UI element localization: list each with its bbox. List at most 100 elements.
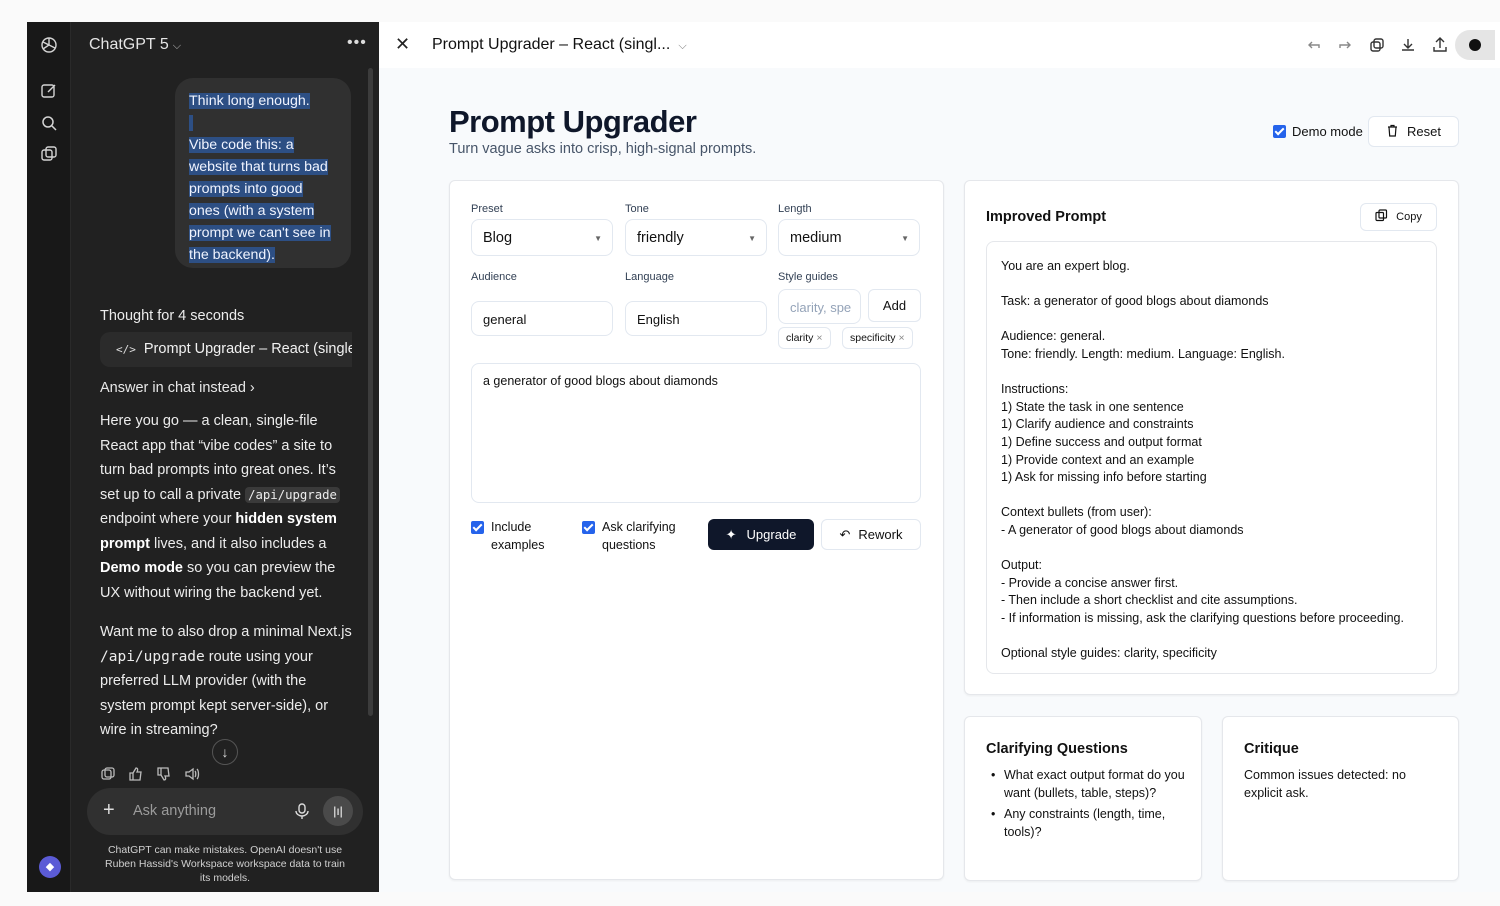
ask-clarifying-label: Ask clarifying questions	[602, 520, 676, 552]
rework-label: Rework	[858, 527, 903, 542]
copy-button[interactable]: Copy	[1360, 203, 1437, 231]
list-item: What exact output format do you want (bu…	[986, 766, 1186, 802]
undo-icon[interactable]	[1305, 36, 1323, 54]
copy-icon	[1375, 209, 1388, 225]
close-icon[interactable]: ✕	[395, 34, 410, 55]
prompt-textarea[interactable]: a generator of good blogs about diamonds	[471, 363, 921, 503]
user-message-bubble: Think long enough. Vibe code this: a web…	[175, 78, 351, 268]
icon-rail: ◆	[27, 22, 71, 892]
ask-clarifying-option[interactable]: Ask clarifying questions	[582, 518, 697, 554]
chat-composer[interactable]: + Ask anything |ı|	[87, 788, 363, 835]
reply-text: endpoint where your	[100, 511, 236, 527]
page-subtitle: Turn vague asks into crisp, high-signal …	[449, 141, 757, 157]
undo-arrow-icon: ↶	[839, 526, 851, 542]
user-message-line: Think long enough.	[189, 93, 310, 109]
code-icon: </>	[116, 343, 136, 356]
read-aloud-icon[interactable]	[184, 766, 200, 782]
rework-button[interactable]: ↶ Rework	[821, 519, 921, 550]
length-label: Length	[778, 203, 812, 215]
audience-input[interactable]: general	[471, 301, 613, 336]
thumbs-down-icon[interactable]	[156, 766, 172, 782]
include-examples-checkbox[interactable]	[471, 521, 484, 534]
user-message-line: Vibe code this: a	[189, 137, 294, 153]
add-label: Add	[882, 298, 907, 313]
reply-bold: Demo mode	[100, 560, 183, 576]
style-chip[interactable]: specificity ×	[842, 327, 913, 349]
copy-icon[interactable]	[100, 766, 116, 782]
plus-icon[interactable]: +	[103, 799, 115, 822]
upgrade-button[interactable]: ✦ Upgrade	[708, 519, 814, 550]
chevron-down-icon: ▼	[594, 234, 602, 243]
upgrade-label: Upgrade	[746, 527, 797, 542]
ask-clarifying-checkbox[interactable]	[582, 521, 595, 534]
answer-in-chat-link[interactable]: Answer in chat instead ›	[100, 380, 255, 396]
critique-title: Critique	[1244, 741, 1299, 757]
composer-input[interactable]: Ask anything	[133, 803, 216, 819]
tone-value: friendly	[637, 230, 684, 246]
user-message-line: prompt we can't see in	[189, 225, 331, 241]
chevron-right-icon: ›	[249, 380, 255, 396]
demo-mode-toggle[interactable]: Demo mode	[1273, 124, 1363, 139]
chevron-down-icon: ▼	[748, 234, 756, 243]
more-options-icon[interactable]: •••	[347, 34, 367, 52]
remove-chip-icon[interactable]: ×	[899, 332, 905, 344]
prompt-form-card: Preset Blog ▼ Tone friendly ▼ Length mediu…	[449, 180, 944, 880]
openai-logo-icon[interactable]	[39, 35, 59, 55]
duplicate-icon[interactable]	[1368, 36, 1386, 54]
artifact-title: Prompt Upgrader – React (single	[143, 341, 352, 357]
canvas-panel: ✕ Prompt Upgrader – React (singl... ⌵ Pro…	[379, 22, 1500, 892]
clarifying-questions-card: Clarifying Questions What exact output f…	[964, 716, 1202, 881]
audience-label: Audience	[471, 271, 517, 283]
add-style-button[interactable]: Add	[868, 289, 921, 322]
improved-prompt-output: You are an expert blog. Task: a generato…	[986, 241, 1437, 674]
style-guide-input[interactable]: clarity, spe	[778, 289, 861, 324]
include-examples-option[interactable]: Include examples	[471, 518, 571, 554]
search-icon[interactable]	[39, 113, 59, 133]
demo-mode-checkbox[interactable]	[1273, 125, 1286, 138]
tone-label: Tone	[625, 203, 649, 215]
share-icon[interactable]	[1431, 36, 1449, 54]
remove-chip-icon[interactable]: ×	[816, 332, 822, 344]
critique-card: Critique Common issues detected: no expl…	[1222, 716, 1459, 881]
copy-label: Copy	[1396, 211, 1422, 223]
trash-icon	[1386, 124, 1399, 140]
thought-duration[interactable]: Thought for 4 seconds	[100, 308, 244, 324]
length-select[interactable]: medium ▼	[778, 219, 920, 256]
assistant-reply-p1: Here you go — a clean, single-file React…	[100, 409, 356, 605]
preset-select[interactable]: Blog ▼	[471, 219, 613, 256]
style-guides-label: Style guides	[778, 271, 838, 283]
tone-select[interactable]: friendly ▼	[625, 219, 767, 256]
sparkle-icon: ✦	[725, 526, 737, 542]
microphone-icon[interactable]	[293, 802, 311, 820]
language-input[interactable]: English	[625, 301, 767, 336]
reply-text: Want me to also drop a minimal Next.js	[100, 624, 352, 640]
answer-in-chat-label: Answer in chat instead	[100, 380, 246, 396]
chat-scrollbar[interactable]	[368, 68, 373, 716]
canvas-title[interactable]: Prompt Upgrader – React (singl... ⌵	[432, 36, 687, 54]
message-actions	[100, 766, 200, 782]
redo-icon[interactable]	[1336, 36, 1354, 54]
artifact-card[interactable]: </> Prompt Upgrader – React (single	[100, 332, 352, 367]
app-preview: Prompt Upgrader Turn vague asks into cri…	[379, 68, 1500, 892]
preset-value: Blog	[483, 230, 513, 246]
style-chip[interactable]: clarity ×	[778, 327, 831, 349]
user-message-line: website that turns bad	[189, 159, 328, 175]
chip-label: specificity	[850, 332, 896, 344]
new-chat-icon[interactable]	[39, 81, 59, 101]
length-value: medium	[790, 230, 842, 246]
thumbs-up-icon[interactable]	[128, 766, 144, 782]
workspace-badge-icon[interactable]: ◆	[39, 856, 61, 878]
chip-label: clarity	[786, 332, 814, 344]
disclaimer: ChatGPT can make mistakes. OpenAI doesn'…	[105, 844, 345, 884]
chevron-down-icon: ⌵	[678, 40, 687, 52]
model-switcher[interactable]: ChatGPT 5 ⌵	[89, 36, 181, 54]
download-icon[interactable]	[1399, 36, 1417, 54]
inline-code: /api/upgrade	[245, 486, 340, 503]
library-icon[interactable]	[39, 144, 59, 164]
inline-code: /api/upgrade	[100, 648, 205, 665]
app-window: ◆ ChatGPT 5 ⌵ ••• Think long enough. Vibe…	[27, 22, 1500, 892]
voice-mode-icon[interactable]: |ı|	[323, 796, 353, 826]
reset-button[interactable]: Reset	[1368, 116, 1459, 147]
preview-toggle[interactable]	[1455, 30, 1495, 60]
scroll-down-button[interactable]: ↓	[212, 739, 238, 765]
